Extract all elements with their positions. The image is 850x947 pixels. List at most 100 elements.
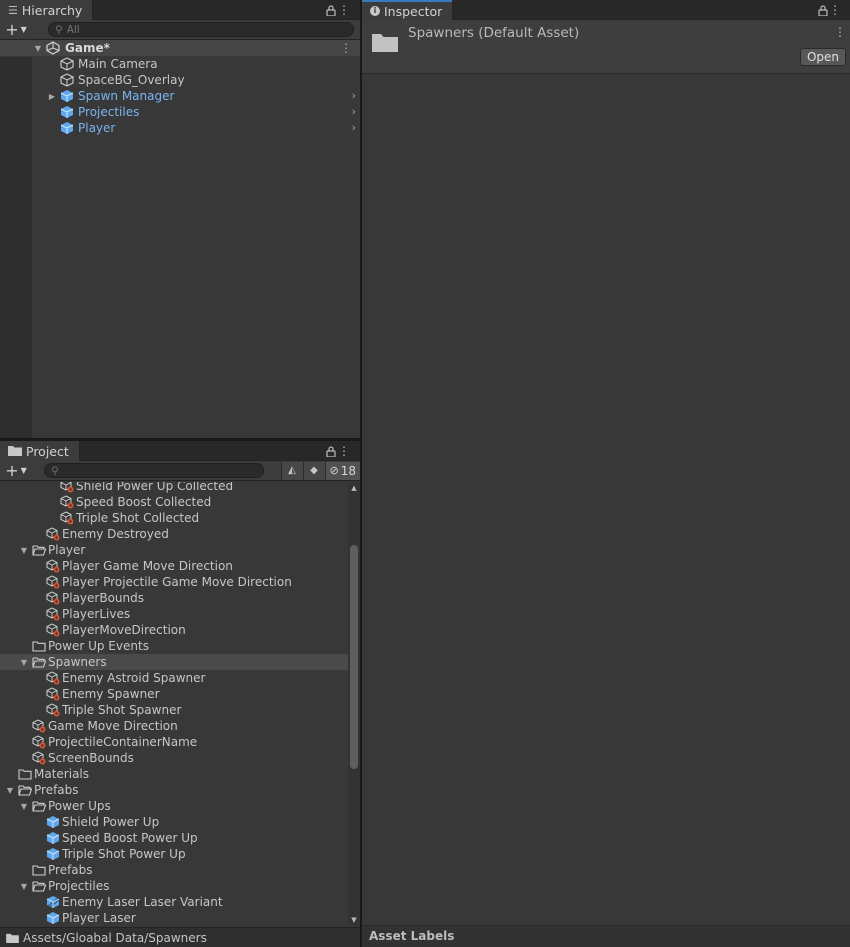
tab-inspector-label: Inspector [384, 3, 443, 19]
hierarchy-item[interactable]: SpaceBG_Overlay [0, 72, 360, 88]
project-item[interactable]: Triple Shot Spawner [0, 702, 348, 718]
project-item-label: Shield Power Up Collected [76, 482, 234, 493]
project-item-label: Spawners [48, 655, 107, 669]
expand-arrow-icon[interactable]: ▼ [19, 542, 29, 558]
project-item[interactable]: Player Laser [0, 910, 348, 926]
project-item[interactable]: Enemy Spawner [0, 686, 348, 702]
folder-open-icon [18, 785, 32, 796]
expand-arrow-icon[interactable]: ▶ [47, 88, 57, 104]
hierarchy-search-input[interactable] [66, 23, 353, 36]
open-button[interactable]: Open [799, 48, 846, 66]
project-item[interactable]: ScreenBounds [0, 750, 348, 766]
scriptable-object-icon [60, 495, 74, 509]
tab-project[interactable]: Project [0, 441, 80, 461]
lock-icon[interactable] [326, 2, 336, 18]
asset-menu-icon[interactable]: ⋮ [834, 25, 846, 39]
project-search[interactable]: ⚲ [44, 463, 264, 478]
project-item[interactable]: ▼ Projectiles [0, 878, 348, 894]
project-item[interactable]: Shield Power Up [0, 814, 348, 830]
scene-row[interactable]: ▼ Game* ⋮ [0, 40, 360, 56]
expand-arrow-icon[interactable]: ▼ [19, 878, 29, 894]
project-item[interactable]: PlayerMoveDirection [0, 622, 348, 638]
prefab-icon [46, 848, 60, 860]
project-item[interactable]: Player Game Move Direction [0, 558, 348, 574]
scriptable-object-icon [46, 591, 60, 605]
chevron-right-icon[interactable]: › [352, 120, 356, 136]
project-search-input[interactable] [62, 464, 263, 477]
hierarchy-item-label: SpaceBG_Overlay [78, 73, 185, 87]
project-item[interactable]: Enemy Laser Laser Variant [0, 894, 348, 910]
hierarchy-toolbar: + ▼ ⚲ [0, 20, 360, 40]
scriptable-object-icon [46, 575, 60, 589]
project-item[interactable]: Power Up Events [0, 638, 348, 654]
project-item[interactable]: Materials [0, 766, 348, 782]
asset-labels-header[interactable]: Asset Labels [362, 925, 850, 947]
lock-icon[interactable] [818, 2, 828, 18]
hierarchy-item-label: Spawn Manager [78, 89, 175, 103]
kebab-menu-icon[interactable]: ⋮ [338, 443, 350, 459]
project-item-label: Speed Boost Power Up [62, 831, 198, 845]
scroll-down-icon[interactable]: ▼ [348, 914, 360, 926]
project-item[interactable]: PlayerLives [0, 606, 348, 622]
project-item[interactable]: Triple Shot Power Up [0, 846, 348, 862]
project-item-label: PlayerLives [62, 607, 131, 621]
project-item[interactable]: Enemy Astroid Spawner [0, 670, 348, 686]
scriptable-object-icon [46, 623, 60, 637]
lock-icon[interactable] [326, 443, 336, 459]
prefab-icon [46, 816, 60, 828]
project-tabbar: Project ⋮ [0, 441, 360, 461]
folder-open-icon [32, 801, 46, 812]
hierarchy-item[interactable]: Main Camera [0, 56, 360, 72]
scene-menu-icon[interactable]: ⋮ [340, 40, 352, 56]
create-button[interactable]: + ▼ [0, 20, 32, 40]
project-item-label: Enemy Laser Laser Variant [62, 895, 223, 909]
project-item[interactable]: ▼ Power Ups [0, 798, 348, 814]
project-item[interactable]: ProjectileContainerName [0, 734, 348, 750]
kebab-menu-icon[interactable]: ⋮ [338, 2, 350, 18]
hierarchy-item[interactable]: ▶ › Spawn Manager [0, 88, 360, 104]
hierarchy-item[interactable]: › Projectiles [0, 104, 360, 120]
expand-arrow-icon[interactable]: ▼ [19, 798, 29, 814]
project-item[interactable]: Speed Boost Collected [0, 494, 348, 510]
project-item[interactable]: PlayerBounds [0, 590, 348, 606]
project-item-label: ProjectileContainerName [48, 735, 198, 749]
scroll-up-icon[interactable]: ▲ [348, 482, 360, 494]
project-item-label: Enemy Spawner [62, 687, 160, 701]
expand-arrow-icon[interactable]: ▼ [33, 40, 43, 56]
project-item[interactable]: ▼ Player [0, 542, 348, 558]
prefab-icon [60, 122, 74, 134]
search-icon: ⚲ [51, 464, 59, 477]
project-item[interactable]: ▼ Spawners [0, 654, 348, 670]
expand-arrow-icon[interactable]: ▼ [5, 782, 15, 798]
tag-icon: ◆ [310, 465, 318, 476]
project-item-label: Player Game Move Direction [62, 559, 233, 573]
project-item[interactable]: Prefabs [0, 862, 348, 878]
tab-hierarchy[interactable]: ☰ Hierarchy [0, 0, 94, 20]
project-item[interactable]: Game Move Direction [0, 718, 348, 734]
project-item-label: Player Projectile Game Move Direction [62, 575, 292, 589]
unity-scene-icon [46, 41, 60, 55]
hierarchy-search[interactable]: ⚲ [48, 22, 354, 37]
create-button[interactable]: + ▼ [0, 461, 32, 481]
search-by-label-button[interactable]: ◆ [302, 461, 325, 480]
project-item[interactable]: Enemy Destroyed [0, 526, 348, 542]
prefab-icon [46, 832, 60, 844]
project-scrollbar[interactable]: ▲ ▼ [348, 482, 360, 926]
project-item[interactable]: Speed Boost Power Up [0, 830, 348, 846]
search-by-type-button[interactable]: ◭ [280, 461, 303, 480]
plus-icon: + [5, 20, 19, 39]
chevron-right-icon[interactable]: › [352, 88, 356, 104]
scriptable-object-icon [46, 687, 60, 701]
hierarchy-item[interactable]: › Player [0, 120, 360, 136]
chevron-right-icon[interactable]: › [352, 104, 356, 120]
project-item[interactable]: ▼ Prefabs [0, 782, 348, 798]
expand-arrow-icon[interactable]: ▼ [19, 654, 29, 670]
tab-inspector[interactable]: i Inspector [362, 0, 453, 20]
project-item[interactable]: Player Projectile Game Move Direction [0, 574, 348, 590]
kebab-menu-icon[interactable]: ⋮ [829, 2, 841, 18]
inspector-panel: i Inspector ⋮ Spawners (Default Asset) ⋮… [362, 0, 850, 947]
hidden-packages-toggle[interactable]: ⊘ 18 [324, 461, 360, 480]
project-item[interactable]: Shield Power Up Collected [0, 482, 348, 494]
scroll-thumb[interactable] [350, 545, 358, 769]
project-item[interactable]: Triple Shot Collected [0, 510, 348, 526]
